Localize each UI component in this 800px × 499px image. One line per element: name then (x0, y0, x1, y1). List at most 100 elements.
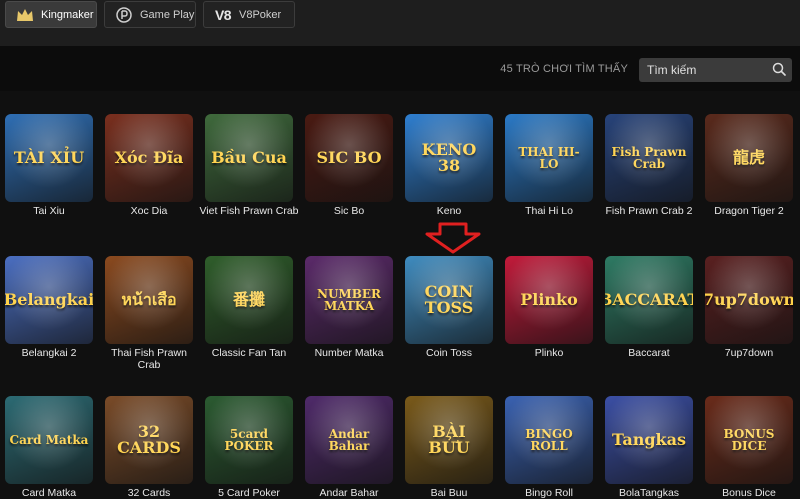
game-thumbnail[interactable]: Xóc Đĩa (105, 114, 193, 202)
provider-tab-v8poker[interactable]: V8 V8Poker (203, 1, 295, 28)
game-card[interactable]: หน้าเสือThai Fish Prawn Crab (105, 256, 193, 371)
provider-bar: Kingmaker Game Play V8 V8Poker (0, 0, 800, 46)
thumbnail-glow (5, 256, 93, 344)
game-thumbnail[interactable]: Fish Prawn Crab (605, 114, 693, 202)
thumbnail-glow (105, 114, 193, 202)
game-card[interactable]: BINGO ROLLBingo Roll (505, 396, 593, 499)
game-card[interactable]: BelangkaiBelangkai 2 (5, 256, 93, 359)
game-thumbnail[interactable]: THAI HI-LO (505, 114, 593, 202)
search-icon[interactable] (772, 62, 786, 76)
thumbnail-glow (705, 256, 793, 344)
game-card[interactable]: BÀI BỬUBai Buu (405, 396, 493, 499)
thumbnail-glow (205, 396, 293, 484)
thumbnail-glow (605, 256, 693, 344)
game-thumbnail[interactable]: NUMBER MATKA (305, 256, 393, 344)
thumbnail-glow (405, 396, 493, 484)
game-title[interactable]: Bingo Roll (499, 487, 599, 499)
game-thumbnail[interactable]: COIN TOSS (405, 256, 493, 344)
thumbnail-glow (205, 114, 293, 202)
game-card[interactable]: Card MatkaCard Matka (5, 396, 93, 499)
game-thumbnail[interactable]: BACCARAT (605, 256, 693, 344)
game-title[interactable]: Tai Xiu (0, 205, 99, 217)
game-title[interactable]: Sic Bo (299, 205, 399, 217)
thumbnail-glow (105, 396, 193, 484)
provider-tab-kingmaker[interactable]: Kingmaker (5, 1, 97, 28)
game-title[interactable]: Number Matka (299, 347, 399, 359)
game-thumbnail[interactable]: Andar Bahar (305, 396, 393, 484)
game-card[interactable]: Fish Prawn CrabFish Prawn Crab 2 (605, 114, 693, 217)
game-card[interactable]: Bầu Cua Viet Fish Prawn Crab (199, 114, 299, 217)
provider-label: Game Play (140, 8, 195, 21)
game-thumbnail[interactable]: Belangkai (5, 256, 93, 344)
game-thumbnail[interactable]: หน้าเสือ (105, 256, 193, 344)
game-card[interactable]: Andar BaharAndar Bahar (305, 396, 393, 499)
thumbnail-glow (305, 114, 393, 202)
thumbnail-glow (405, 114, 493, 202)
game-title[interactable]: Belangkai 2 (0, 347, 99, 359)
v8poker-logo-icon: V8 (214, 6, 232, 23)
game-title[interactable]: Thai Fish Prawn Crab (99, 347, 199, 371)
game-thumbnail[interactable]: 5card POKER (205, 396, 293, 484)
game-title[interactable]: Dragon Tiger 2 (699, 205, 799, 217)
game-card[interactable]: COIN TOSSCoin Toss (405, 256, 493, 359)
game-card[interactable]: BACCARATBaccarat (605, 256, 693, 359)
game-title[interactable]: Keno (399, 205, 499, 217)
game-card[interactable]: NUMBER MATKANumber Matka (305, 256, 393, 359)
game-title[interactable]: Fish Prawn Crab 2 (599, 205, 699, 217)
game-thumbnail[interactable]: BONUS DICE (705, 396, 793, 484)
game-card[interactable]: TangkasBolaTangkas (605, 396, 693, 499)
game-card[interactable]: THAI HI-LOThai Hi Lo (505, 114, 593, 217)
game-card[interactable]: BONUS DICEBonus Dice (705, 396, 793, 499)
thumbnail-glow (505, 396, 593, 484)
game-thumbnail[interactable]: TÀI XỈU (5, 114, 93, 202)
game-thumbnail[interactable]: Bầu Cua (205, 114, 293, 202)
game-card[interactable]: 5card POKER5 Card Poker (205, 396, 293, 499)
game-thumbnail[interactable]: 龍虎 (705, 114, 793, 202)
game-thumbnail[interactable]: Card Matka (5, 396, 93, 484)
game-card[interactable]: 龍虎Dragon Tiger 2 (705, 114, 793, 217)
game-title[interactable]: Classic Fan Tan (199, 347, 299, 359)
game-title[interactable]: Bai Buu (399, 487, 499, 499)
game-thumbnail[interactable]: Plinko (505, 256, 593, 344)
game-card[interactable]: SIC BOSic Bo (305, 114, 393, 217)
search-placeholder: Tìm kiếm (647, 63, 697, 77)
game-title[interactable]: Andar Bahar (299, 487, 399, 499)
game-title[interactable]: 5 Card Poker (199, 487, 299, 499)
thumbnail-glow (405, 256, 493, 344)
thumbnail-glow (5, 396, 93, 484)
thumbnail-glow (205, 256, 293, 344)
game-card[interactable]: TÀI XỈUTai Xiu (5, 114, 93, 217)
game-title[interactable]: 7up7down (699, 347, 799, 359)
game-title[interactable]: Xoc Dia (99, 205, 199, 217)
game-thumbnail[interactable]: Tangkas (605, 396, 693, 484)
thumbnail-glow (505, 114, 593, 202)
game-card[interactable]: 7up7down7up7down (705, 256, 793, 359)
game-card[interactable]: 番攤Classic Fan Tan (205, 256, 293, 359)
game-title[interactable]: 32 Cards (99, 487, 199, 499)
game-title[interactable]: Baccarat (599, 347, 699, 359)
game-thumbnail[interactable]: 32 CARDS (105, 396, 193, 484)
game-title[interactable]: BolaTangkas (599, 487, 699, 499)
game-card[interactable]: PlinkoPlinko (505, 256, 593, 359)
game-title[interactable]: Bonus Dice (699, 487, 799, 499)
game-thumbnail[interactable]: SIC BO (305, 114, 393, 202)
game-thumbnail[interactable]: 7up7down (705, 256, 793, 344)
game-thumbnail[interactable]: 番攤 (205, 256, 293, 344)
game-title[interactable]: Thai Hi Lo (499, 205, 599, 217)
thumbnail-glow (105, 256, 193, 344)
game-title[interactable]: Plinko (499, 347, 599, 359)
thumbnail-glow (505, 256, 593, 344)
game-thumbnail[interactable]: KENO 38 (405, 114, 493, 202)
game-card[interactable]: Xóc ĐĩaXoc Dia (105, 114, 193, 217)
game-title[interactable]: Card Matka (0, 487, 99, 499)
game-thumbnail[interactable]: BINGO ROLL (505, 396, 593, 484)
down-arrow-icon (425, 222, 481, 254)
game-card[interactable]: KENO 38Keno (405, 114, 493, 217)
game-card[interactable]: 32 CARDS32 Cards (105, 396, 193, 499)
thumbnail-glow (305, 396, 393, 484)
thumbnail-glow (305, 256, 393, 344)
game-title[interactable]: Viet Fish Prawn Crab (199, 205, 299, 217)
game-thumbnail[interactable]: BÀI BỬU (405, 396, 493, 484)
game-title[interactable]: Coin Toss (399, 347, 499, 359)
provider-tab-gameplay[interactable]: Game Play (104, 1, 196, 28)
